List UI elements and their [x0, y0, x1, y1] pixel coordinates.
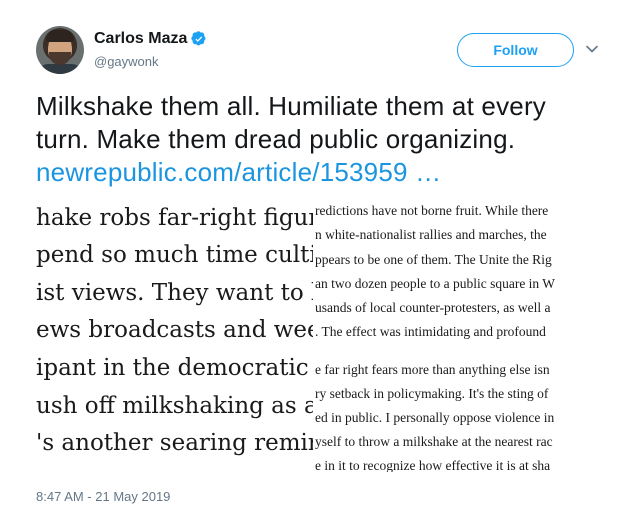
- display-name[interactable]: Carlos Maza: [94, 30, 187, 48]
- article-line: 's another searing reminde: [36, 430, 313, 456]
- display-name-row[interactable]: Carlos Maza: [94, 30, 207, 48]
- avatar[interactable]: [36, 26, 84, 74]
- article-line: redictions have not borne fruit. While t…: [315, 203, 549, 218]
- article-line: ist views. They want to be: [36, 280, 313, 306]
- article-image-card[interactable]: hake robs far-right figures pend so much…: [36, 196, 599, 472]
- article-line: ed in public. I personally oppose violen…: [315, 410, 555, 425]
- article-line: e in it to recognize how effective it is…: [315, 458, 551, 472]
- verified-badge-icon: [191, 31, 206, 46]
- article-line: ppears to be one of them. The Unite the …: [315, 252, 552, 267]
- follow-button[interactable]: Follow: [457, 33, 574, 67]
- article-line: usands of local counter-protesters, as w…: [315, 300, 551, 315]
- article-line: yself to throw a milkshake at the neares…: [315, 434, 553, 449]
- article-line: ipant in the democratic pr: [36, 355, 313, 381]
- tweet-text: Milkshake them all. Humiliate them at ev…: [36, 90, 606, 189]
- tweet-body: Milkshake them all. Humiliate them at ev…: [36, 91, 547, 154]
- user-info[interactable]: Carlos Maza @gaywonk: [94, 30, 207, 69]
- user-handle[interactable]: @gaywonk: [94, 54, 207, 69]
- article-line: pend so much time cultiva: [36, 242, 313, 268]
- article-line: ush off milkshaking as a h: [36, 393, 313, 419]
- chevron-down-icon[interactable]: [584, 41, 600, 57]
- article-line: ry setback in policymaking. It's the sti…: [315, 386, 549, 401]
- card-image-left: hake robs far-right figures pend so much…: [36, 196, 313, 472]
- article-line: an two dozen people to a public square i…: [315, 276, 556, 291]
- tweet-header: Carlos Maza @gaywonk Follow: [36, 26, 606, 76]
- tweet-timestamp[interactable]: 8:47 AM - 21 May 2019: [36, 489, 170, 504]
- article-link[interactable]: newrepublic.com/article/153959 …: [36, 157, 441, 187]
- article-line: . The effect was intimidating and profou…: [315, 324, 546, 339]
- card-image-right: redictions have not borne fruit. While t…: [315, 196, 599, 472]
- article-line: e far right fears more than anything els…: [315, 362, 550, 377]
- article-line: ews broadcasts and weeker: [36, 317, 313, 343]
- article-line: n white-nationalist rallies and marches,…: [315, 227, 547, 242]
- article-line: hake robs far-right figures: [36, 205, 313, 231]
